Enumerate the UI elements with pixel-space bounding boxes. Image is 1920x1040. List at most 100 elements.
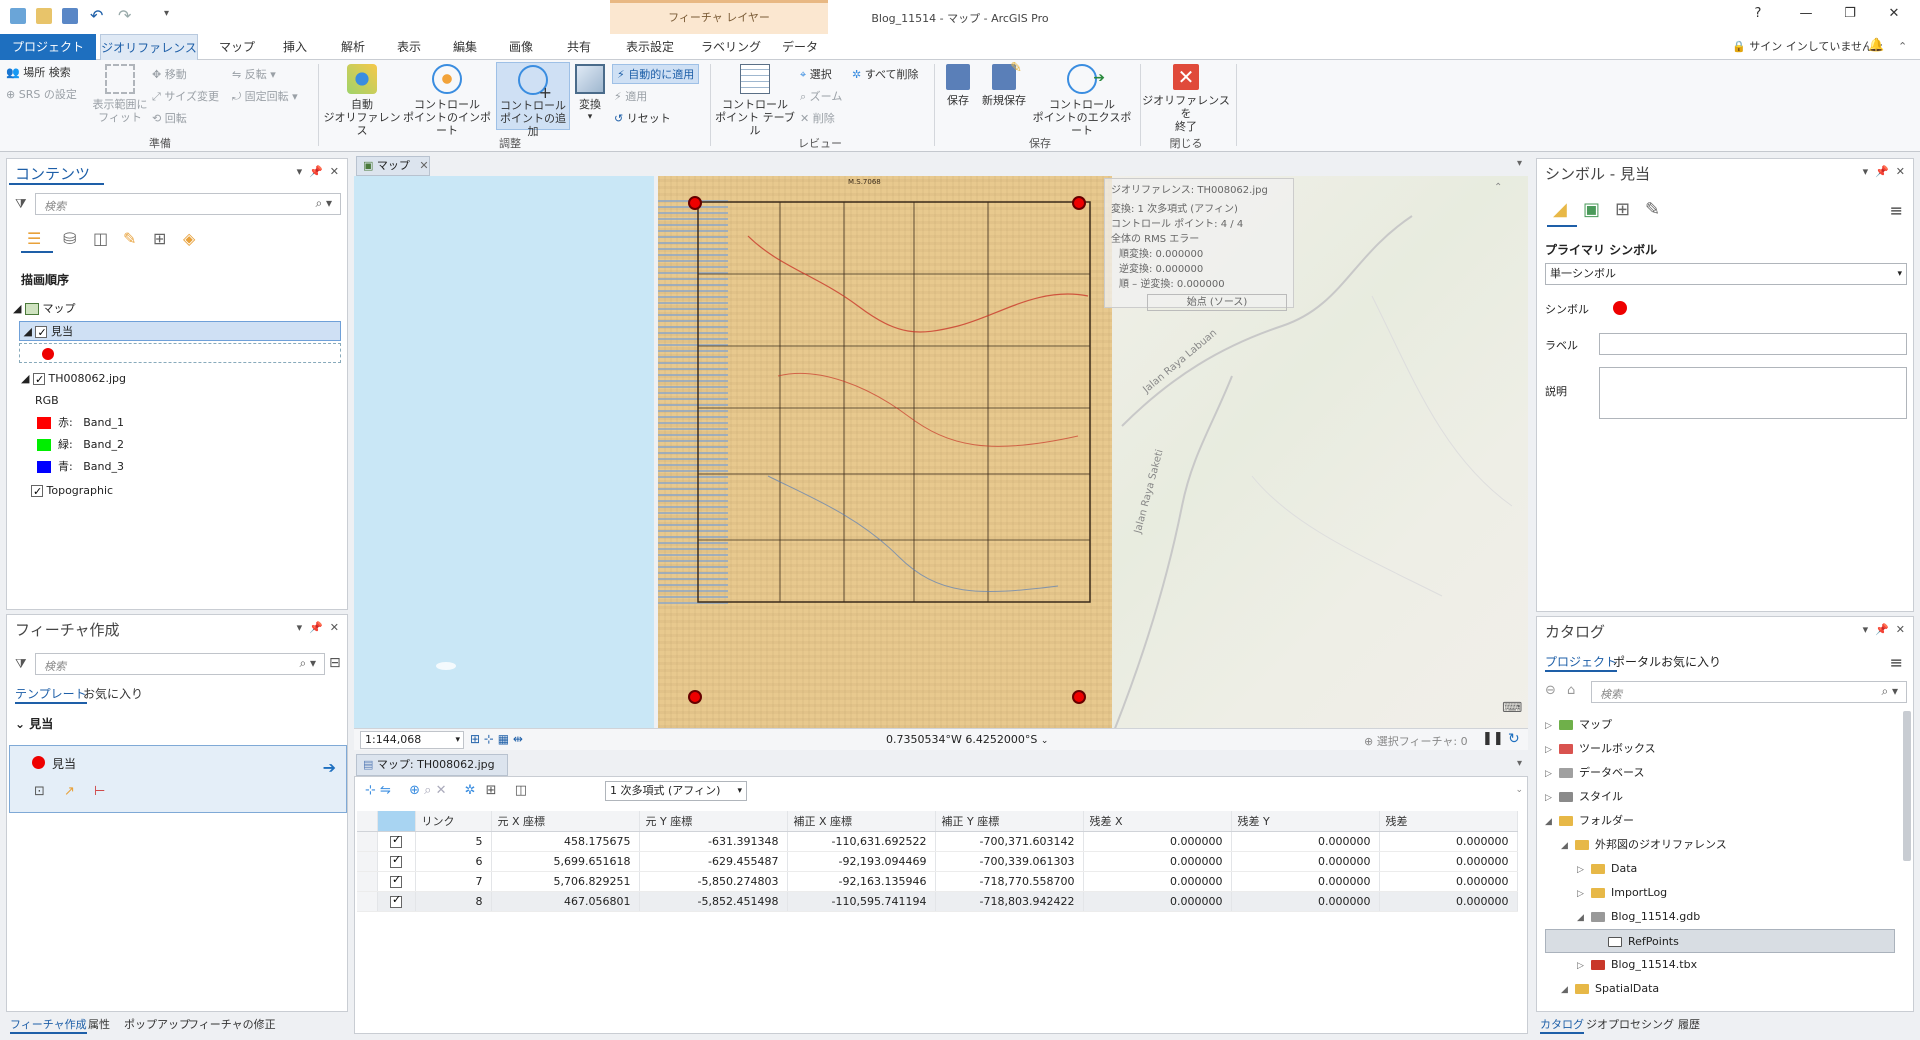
table-cell[interactable]: 0.000000 [1231,851,1380,872]
expand-arrow-icon[interactable]: ▷ [1577,954,1591,978]
transform-dropdown[interactable]: 1 次多項式 (アフィン) ▾ [605,781,747,801]
expand-arrow-icon[interactable]: ◢ [1545,810,1559,834]
row-header-cell[interactable] [357,831,378,852]
table-cell[interactable]: -92,163.135946 [787,871,936,892]
raster-visibility-checkbox[interactable] [32,370,45,390]
control-point-table-button[interactable]: コントロール ポイント テーブル [712,64,798,137]
catalog-item[interactable]: ▷ スタイル [1545,785,1895,809]
col-header-link[interactable]: リンク [415,811,492,832]
catalog-item[interactable]: ▷ Blog_11514.tbx [1545,953,1895,977]
close-button[interactable]: ✕ [1874,6,1914,26]
tab-menu-icon[interactable]: ▾ [1517,158,1522,169]
list-by-labeling-icon[interactable]: ◈ [183,229,195,248]
home-icon[interactable]: ⌂ [1567,683,1575,698]
col-header-source-y[interactable]: 元 Y 座標 [639,811,788,832]
control-point-marker[interactable] [688,690,702,704]
table-row[interactable]: 8467.056801-5,852.451498-110,595.741194-… [357,891,1518,912]
table-cell[interactable]: 0.000000 [1083,851,1232,872]
col-header-source-x[interactable]: 元 X 座標 [491,811,640,832]
minimize-button[interactable]: — [1786,6,1826,26]
catalog-search-input[interactable]: 検索 ⌕ ▾ [1591,681,1907,703]
table-cell[interactable]: -5,850.274803 [639,871,788,892]
row-header-cell[interactable] [357,891,378,912]
table-cell[interactable]: 467.056801 [491,891,640,912]
expand-arrow-icon[interactable]: ▷ [1577,882,1591,906]
table-cell[interactable]: -718,770.558700 [935,871,1084,892]
list-by-drawing-order-icon[interactable]: ☰ [27,229,41,248]
pause-drawing-icon[interactable]: ❚❚ [1482,731,1504,746]
tab-project[interactable]: プロジェクト [0,34,96,60]
table-row[interactable]: 5458.175675-631.391348-110,631.692522-70… [357,831,1518,852]
ribbon-collapse-icon[interactable]: ⌃ [1898,40,1907,53]
map-canvas[interactable]: Jalan Raya Labuan Jalan Raya Saketi M.S.… [354,176,1528,728]
table-options-icon[interactable]: ⌄ [1515,785,1523,795]
close-tab-icon[interactable]: ✕ [419,159,428,172]
symbol-layers-icon[interactable]: ⊞ [1615,199,1630,220]
control-point-marker[interactable] [688,196,702,210]
tab-modify-features[interactable]: フィーチャの修正 [188,1016,276,1032]
tab-catalog[interactable]: カタログ [1540,1016,1584,1034]
move-button[interactable]: ✥ 移動 [152,66,187,82]
tab-insert[interactable]: 挿入 [268,34,322,60]
coordinate-readout[interactable]: 0.7350534°W 6.4252000°S ⌄ [886,733,1048,746]
close-georeference-button[interactable]: ✕ ジオリファレンスを 終了 [1142,64,1230,133]
tab-create-features[interactable]: フィーチャ作成 [10,1016,87,1034]
clear-links-icon[interactable]: ✲ [465,783,476,798]
menu-icon[interactable]: ≡ [1890,201,1903,220]
auto-apply-toggle[interactable]: ⚡ 自動的に適用 [612,64,700,84]
tab-share[interactable]: 共有 [552,34,606,60]
expand-arrow-icon[interactable]: ▷ [1545,762,1559,786]
vary-symbology-icon[interactable]: ▣ [1583,199,1600,220]
link-enabled-checkbox[interactable] [390,873,402,888]
col-header-target-x[interactable]: 補正 X 座標 [787,811,936,832]
select-link-icon[interactable]: ⊕ [409,783,420,798]
tab-imagery[interactable]: 画像 [494,34,548,60]
control-point-marker[interactable] [1072,690,1086,704]
expand-arrow-icon[interactable]: ▷ [1577,858,1591,882]
catalog-item[interactable]: ◢ SpatialData [1545,977,1895,1001]
table-cell[interactable]: 0.000000 [1231,891,1380,912]
layer-visibility-checkbox[interactable] [35,323,48,343]
filter-icon[interactable]: ⧩ [15,657,27,672]
table-cell[interactable]: 6 [415,851,492,872]
table-cell[interactable]: 0.000000 [1379,851,1518,872]
tree-item-map[interactable]: ◢ マップ [13,299,75,319]
zoom-cp-button[interactable]: ⌕ ズーム [800,88,842,104]
table-cell[interactable]: -5,852.451498 [639,891,788,912]
auto-georeference-button[interactable]: 自動 ジオリファレンス [322,64,402,137]
rotate-button[interactable]: ⟲ 回転 [152,110,187,126]
template-group-header[interactable]: ⌄ 見当 [15,715,53,732]
table-cell[interactable]: -700,371.603142 [935,831,1084,852]
manage-templates-icon[interactable]: ⊟ [329,655,341,671]
link-enabled-checkbox[interactable] [390,833,402,848]
table-cell[interactable]: -92,193.094469 [787,851,936,872]
table-cell[interactable]: -110,631.692522 [787,831,936,852]
refresh-icon[interactable]: ↻ [1508,731,1520,747]
table-cell[interactable]: 458.175675 [491,831,640,852]
col-header-target-y[interactable]: 補正 Y 座標 [935,811,1084,832]
catalog-item[interactable]: ▷ データベース [1545,761,1895,785]
expand-arrow-icon[interactable]: ◢ [1577,906,1591,930]
collapse-info-icon[interactable]: ⌃ [1494,182,1502,193]
tab-attributes[interactable]: 属性 [88,1016,110,1032]
table-cell[interactable]: 7 [415,871,492,892]
help-button[interactable]: ? [1738,6,1778,26]
list-by-source-icon[interactable]: ⛁ [63,229,76,248]
export-control-points-button[interactable]: ➔ コントロール ポイントのエクスポート [1032,64,1132,137]
save-button[interactable]: 保存 [938,64,978,107]
select-col-header[interactable] [377,811,416,832]
catalog-item[interactable]: ▷ マップ [1545,713,1895,737]
table-cell[interactable]: 0.000000 [1379,871,1518,892]
template-item[interactable]: 見当 ➔ ⊡ ↗ ⊢ [9,745,347,813]
table-cell[interactable]: 0.000000 [1231,831,1380,852]
pane-controls[interactable]: ▾ 📌 ✕ [297,165,339,178]
expand-arrow-icon[interactable]: ◢ [1561,978,1575,1002]
table-cell[interactable]: 0.000000 [1379,891,1518,912]
catalog-item[interactable]: ▷ Data [1545,857,1895,881]
tab-menu-icon[interactable]: ▾ [1517,758,1522,769]
col-header-residual[interactable]: 残差 [1379,811,1518,832]
menu-icon[interactable]: ≡ [1890,653,1903,672]
apply-button[interactable]: ⚡ 適用 [614,88,647,104]
tab-edit[interactable]: 編集 [438,34,492,60]
select-cp-button[interactable]: ⌖ 選択 [800,66,832,82]
